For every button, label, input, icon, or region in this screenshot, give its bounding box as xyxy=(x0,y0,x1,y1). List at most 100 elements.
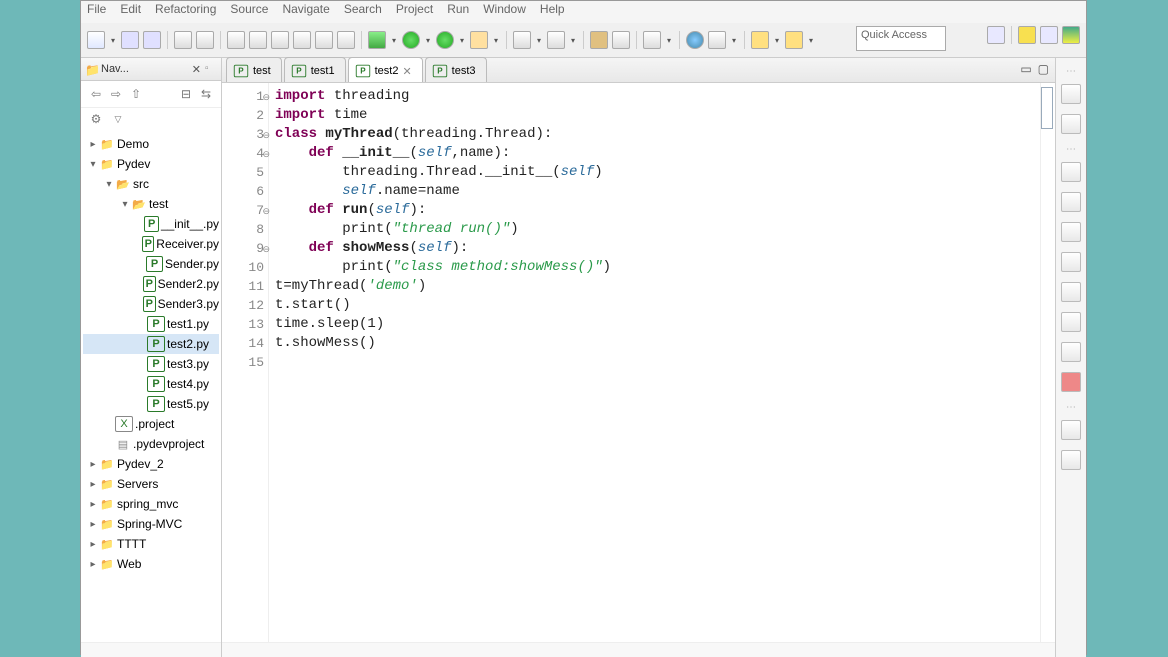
outline-icon[interactable] xyxy=(196,31,214,49)
step-over-icon[interactable] xyxy=(315,31,333,49)
new-package-icon[interactable] xyxy=(547,31,565,49)
open-type-icon[interactable] xyxy=(590,31,608,49)
expand-icon[interactable]: ▾ xyxy=(119,199,131,210)
dropdown-icon[interactable]: ▾ xyxy=(492,32,500,48)
tree-item[interactable]: Ptest5.py xyxy=(83,394,219,414)
line-gutter[interactable]: ⊖12⊖3⊖456⊖78⊖9101112131415 xyxy=(222,83,269,642)
resume-icon[interactable] xyxy=(227,31,245,49)
external-run-icon[interactable] xyxy=(470,31,488,49)
tree-item[interactable]: ▸📁Pydev_2 xyxy=(83,454,219,474)
tree-item[interactable]: Ptest3.py xyxy=(83,354,219,374)
tree-item[interactable]: ▾📁Pydev xyxy=(83,154,219,174)
tree-item[interactable]: ▸📁Demo xyxy=(83,134,219,154)
expand-icon[interactable]: ▸ xyxy=(87,479,99,490)
tree-item[interactable]: ▸📁Servers xyxy=(83,474,219,494)
editor-tab[interactable]: Ptest1 xyxy=(284,57,346,82)
navigator-hscroll[interactable] xyxy=(81,642,221,657)
nav-forward-icon[interactable]: ⇨ xyxy=(109,87,123,101)
dropdown-icon[interactable]: ▾ xyxy=(665,32,673,48)
dropdown-icon[interactable]: ▾ xyxy=(569,32,577,48)
dropdown-icon[interactable]: ▾ xyxy=(109,32,117,48)
tree-item[interactable]: Ptest1.py xyxy=(83,314,219,334)
link-editor-icon[interactable]: ⇆ xyxy=(199,87,213,101)
expand-icon[interactable]: ▾ xyxy=(87,159,99,170)
tree-item[interactable]: Ptest4.py xyxy=(83,374,219,394)
nav-back-icon[interactable]: ⇦ xyxy=(89,87,103,101)
console-view-icon[interactable] xyxy=(1061,312,1081,332)
trim-handle-icon[interactable]: ⋯ xyxy=(1066,66,1076,74)
run-last-icon[interactable] xyxy=(436,31,454,49)
open-task-icon[interactable] xyxy=(612,31,630,49)
view-menu-dropdown-icon[interactable]: ▽ xyxy=(111,112,125,126)
close-icon[interactable]: ✕ xyxy=(192,63,201,76)
step-into-icon[interactable] xyxy=(293,31,311,49)
search-icon[interactable] xyxy=(643,31,661,49)
tree-item[interactable]: ▾📂test xyxy=(83,194,219,214)
expand-icon[interactable]: ▸ xyxy=(87,139,99,150)
new-icon[interactable] xyxy=(87,31,105,49)
dropdown-icon[interactable]: ▾ xyxy=(390,32,398,48)
history-view-icon[interactable] xyxy=(1061,450,1081,470)
menu-source[interactable]: Source xyxy=(230,2,268,22)
suspend-icon[interactable] xyxy=(249,31,267,49)
tree-item[interactable]: Ptest2.py xyxy=(83,334,219,354)
tree-item[interactable]: X.project xyxy=(83,414,219,434)
quick-access-input[interactable]: Quick Access xyxy=(856,26,946,51)
filter-icon[interactable]: ⚙ xyxy=(89,112,103,126)
servers-view-icon[interactable] xyxy=(1061,162,1081,182)
menu-edit[interactable]: Edit xyxy=(120,2,141,22)
forward-icon[interactable] xyxy=(785,31,803,49)
progress-view-icon[interactable] xyxy=(1061,342,1081,362)
editor-hscroll[interactable] xyxy=(222,642,1055,657)
dropdown-icon[interactable]: ▾ xyxy=(535,32,543,48)
nav-up-icon[interactable]: ⇧ xyxy=(129,87,143,101)
menu-help[interactable]: Help xyxy=(540,2,565,22)
tree-item[interactable]: ▸📁Web xyxy=(83,554,219,574)
tree-item[interactable]: PSender3.py xyxy=(83,294,219,314)
menu-navigate[interactable]: Navigate xyxy=(282,2,329,22)
tree-item[interactable]: P__init__.py xyxy=(83,214,219,234)
menu-search[interactable]: Search xyxy=(344,2,382,22)
expand-icon[interactable]: ▸ xyxy=(87,459,99,470)
debug-icon[interactable] xyxy=(368,31,386,49)
web-icon[interactable] xyxy=(686,31,704,49)
editor-tab[interactable]: Ptest xyxy=(226,57,282,82)
collapse-all-icon[interactable]: ⊟ xyxy=(179,87,193,101)
menu-refactoring[interactable]: Refactoring xyxy=(155,2,216,22)
tree-item[interactable]: ▸📁TTTT xyxy=(83,534,219,554)
toggle-icon[interactable] xyxy=(174,31,192,49)
expand-icon[interactable]: ▾ xyxy=(103,179,115,190)
new-server-icon[interactable] xyxy=(513,31,531,49)
expand-icon[interactable]: ▸ xyxy=(87,559,99,570)
trim-handle-icon[interactable]: ⋯ xyxy=(1066,402,1076,410)
view-menu-icon[interactable]: ▫ xyxy=(205,63,217,75)
overview-ruler[interactable] xyxy=(1040,83,1055,642)
menu-file[interactable]: File xyxy=(87,2,106,22)
markers-view-icon[interactable] xyxy=(1061,252,1081,272)
tasks-view-icon[interactable] xyxy=(1061,114,1081,134)
minimize-icon[interactable]: ▭ xyxy=(1020,62,1031,76)
terminate-icon[interactable] xyxy=(271,31,289,49)
expand-icon[interactable]: ▸ xyxy=(87,539,99,550)
step-return-icon[interactable] xyxy=(337,31,355,49)
editor-tab[interactable]: Ptest3 xyxy=(425,57,487,82)
project-tree[interactable]: ▸📁Demo▾📁Pydev▾📂src▾📂testP__init__.pyPRec… xyxy=(81,130,221,642)
menu-project[interactable]: Project xyxy=(396,2,433,22)
tree-item[interactable]: ▸📁spring_mvc xyxy=(83,494,219,514)
dropdown-icon[interactable]: ▾ xyxy=(458,32,466,48)
python-perspective-icon[interactable] xyxy=(1062,26,1080,44)
terminal-view-icon[interactable] xyxy=(1061,420,1081,440)
back-icon[interactable] xyxy=(751,31,769,49)
editor-tab[interactable]: Ptest2✕ xyxy=(348,57,423,82)
outline-view-icon[interactable] xyxy=(1061,84,1081,104)
dropdown-icon[interactable]: ▾ xyxy=(730,32,738,48)
save-icon[interactable] xyxy=(121,31,139,49)
menu-window[interactable]: Window xyxy=(483,2,526,22)
tree-item[interactable]: PSender2.py xyxy=(83,274,219,294)
trim-handle-icon[interactable]: ⋯ xyxy=(1066,144,1076,152)
pyunit-view-icon[interactable] xyxy=(1061,372,1081,392)
properties-view-icon[interactable] xyxy=(1061,282,1081,302)
tree-item[interactable]: PSender.py xyxy=(83,254,219,274)
expand-icon[interactable]: ▸ xyxy=(87,499,99,510)
tree-item[interactable]: ▸📁Spring-MVC xyxy=(83,514,219,534)
